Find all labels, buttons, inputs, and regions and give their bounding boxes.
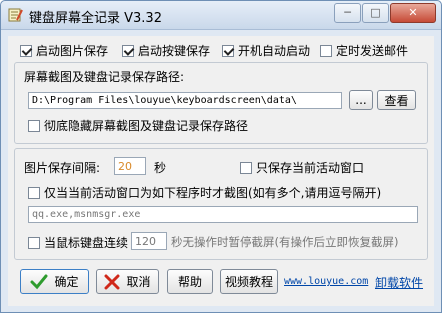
interval-unit: 秒 [154, 161, 167, 175]
minimize-button[interactable]: ─ [334, 3, 361, 23]
uninstall-link[interactable]: 卸载软件 [375, 274, 423, 291]
only-programs-checkbox[interactable] [28, 186, 40, 199]
app-notebook-icon [8, 8, 23, 22]
programs-input[interactable]: qq.exe,msnmsgr.exe [28, 206, 418, 223]
cross-icon [104, 274, 120, 289]
timed-email-checkbox[interactable] [320, 44, 332, 57]
start-key-save-checkbox[interactable] [122, 44, 134, 57]
checkmark-icon [30, 274, 48, 289]
website-link[interactable]: www.louyue.com [284, 276, 368, 287]
cancel-label: 取消 [126, 275, 151, 289]
interval-input[interactable]: 20 [114, 157, 146, 175]
cancel-button[interactable]: 取消 [96, 269, 159, 294]
pause-label: 当鼠标键盘连续 [44, 236, 129, 250]
pause-checkbox[interactable] [28, 236, 40, 249]
start-image-save-checkbox[interactable] [20, 44, 32, 57]
only-programs-option[interactable]: 仅当当前活动窗口为如下程序时才截图(如有多个,请用逗号隔开) [28, 184, 381, 201]
hide-path-option[interactable]: 彻底隐藏屏幕截图及键盘记录保存路径 [28, 117, 248, 134]
autostart-label: 开机自动启动 [238, 44, 311, 58]
ok-button[interactable]: 确定 [20, 269, 89, 294]
start-key-save-option[interactable]: 启动按键保存 [122, 42, 210, 59]
start-image-save-option[interactable]: 启动图片保存 [20, 42, 108, 59]
video-tutorial-button[interactable]: 视频教程 [220, 269, 278, 294]
close-button[interactable]: ✕ [390, 3, 436, 23]
timed-email-label: 定时发送邮件 [336, 44, 409, 58]
title-bar[interactable]: 键盘屏幕全记录 V3.32 ─ □ ✕ [1, 1, 441, 30]
pause-suffix: 秒无操作时暂停截屏(有操作后立即恢复截屏) [171, 235, 399, 249]
maximize-button[interactable]: □ [362, 3, 389, 23]
hide-path-checkbox[interactable] [28, 119, 40, 132]
hide-path-label: 彻底隐藏屏幕截图及键盘记录保存路径 [44, 119, 249, 133]
timed-email-option[interactable]: 定时发送邮件 [320, 42, 408, 59]
pause-seconds-input[interactable]: 120 [131, 232, 167, 250]
help-button[interactable]: 帮助 [167, 269, 213, 294]
start-key-save-label: 启动按键保存 [138, 44, 211, 58]
pause-option[interactable]: 当鼠标键盘连续 [28, 234, 128, 251]
view-button[interactable]: 查看 [377, 90, 416, 110]
only-active-option[interactable]: 只保存当前活动窗口 [240, 159, 364, 176]
ok-label: 确定 [54, 275, 79, 289]
window-title: 键盘屏幕全记录 V3.32 [29, 11, 162, 26]
only-active-checkbox[interactable] [240, 161, 252, 174]
start-image-save-label: 启动图片保存 [36, 44, 109, 58]
app-window: 键盘屏幕全记录 V3.32 ─ □ ✕ 启动图片保存 启动按键保存 开机自动启动… [0, 0, 442, 313]
only-programs-label: 仅当当前活动窗口为如下程序时才截图(如有多个,请用逗号隔开) [44, 186, 382, 200]
only-active-label: 只保存当前活动窗口 [256, 161, 365, 175]
browse-button[interactable]: ... [349, 90, 373, 110]
autostart-checkbox[interactable] [222, 44, 234, 57]
save-path-input[interactable]: D:\Program Files\louyue\keyboardscreen\d… [28, 92, 342, 109]
autostart-option[interactable]: 开机自动启动 [222, 42, 310, 59]
client-area: 启动图片保存 启动按键保存 开机自动启动 定时发送邮件 屏幕截图及键盘记录保存路… [8, 36, 434, 306]
interval-label: 图片保存间隔: [24, 161, 101, 175]
path-label: 屏幕截图及键盘记录保存路径: [24, 70, 185, 84]
